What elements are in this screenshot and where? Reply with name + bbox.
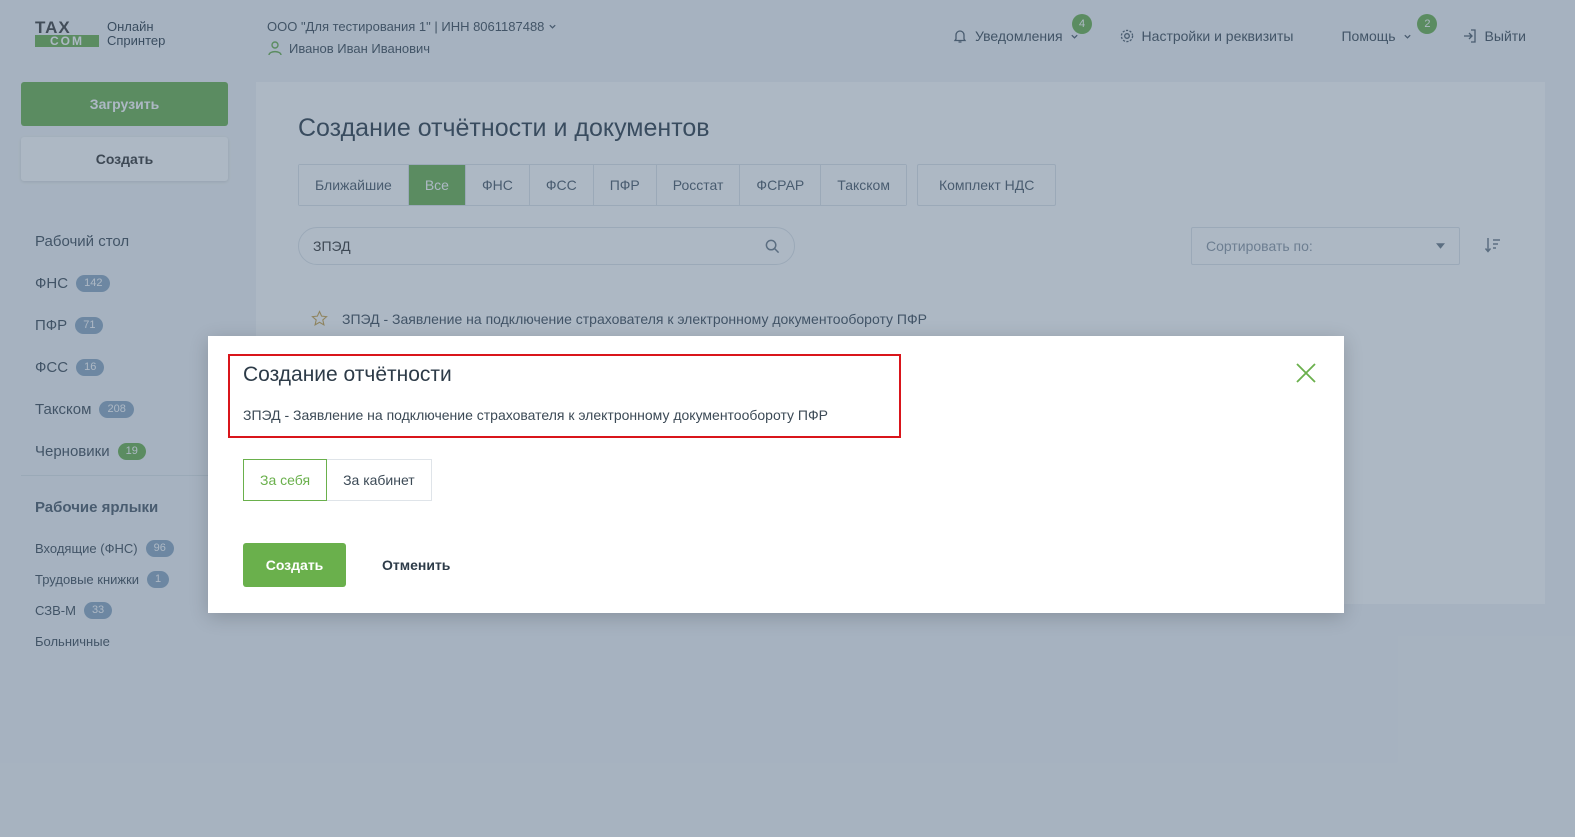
close-icon[interactable] xyxy=(1295,362,1317,384)
option-cabinet[interactable]: За кабинет xyxy=(327,459,432,501)
modal-create-button[interactable]: Создать xyxy=(243,543,346,587)
option-self[interactable]: За себя xyxy=(243,459,328,501)
report-mode-toggle: За себя За кабинет xyxy=(243,459,432,501)
modal-subtitle: ЗПЭД - Заявление на подключение страхова… xyxy=(243,407,828,423)
create-report-modal: Создание отчётности ЗПЭД - Заявление на … xyxy=(208,336,1344,613)
modal-title: Создание отчётности xyxy=(243,363,452,386)
modal-cancel-button[interactable]: Отменить xyxy=(368,543,464,587)
